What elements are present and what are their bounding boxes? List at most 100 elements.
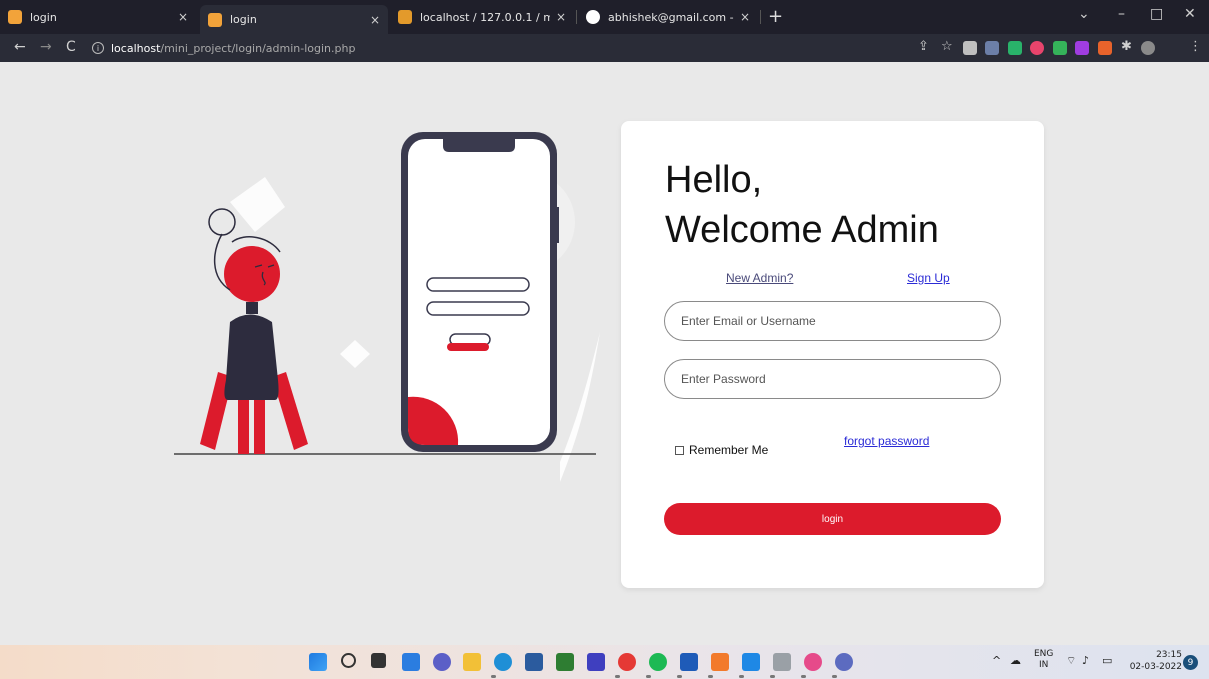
xbox-icon[interactable]: [556, 653, 574, 671]
phpmyadmin-favicon-icon: [398, 10, 412, 24]
task-view-icon[interactable]: [371, 653, 386, 668]
profile-avatar-icon[interactable]: [1141, 41, 1155, 55]
running-indicator: [739, 675, 744, 678]
vscode-icon[interactable]: [742, 653, 760, 671]
tab-search-icon[interactable]: ⌄: [1078, 6, 1090, 22]
extension-icon[interactable]: [985, 41, 999, 55]
wifi-icon[interactable]: ⌔: [1066, 654, 1076, 668]
reload-icon[interactable]: C: [66, 39, 76, 55]
input-language[interactable]: ENG IN: [1034, 649, 1053, 671]
phone-illustration: [401, 132, 559, 452]
close-tab-icon[interactable]: ×: [740, 10, 750, 24]
running-indicator: [677, 675, 682, 678]
store-icon[interactable]: [525, 653, 543, 671]
close-tab-icon[interactable]: ×: [370, 13, 380, 27]
widgets-icon[interactable]: [402, 653, 420, 671]
greeting-heading: Hello,: [665, 159, 763, 201]
url-host: localhost: [111, 41, 161, 55]
search-icon[interactable]: [341, 653, 356, 668]
xampp-icon[interactable]: [711, 653, 729, 671]
puzzle-extensions-icon[interactable]: ✱: [1121, 39, 1132, 54]
extension-icon[interactable]: [1098, 41, 1112, 55]
tab-login-1[interactable]: login ×: [0, 4, 196, 30]
windows-taskbar: ^ ☁ ENG IN ⌔ ♪ ▭ 23:15 02-03-2022 9: [0, 645, 1209, 679]
xampp-favicon-icon: [8, 10, 22, 24]
email-username-input[interactable]: [664, 301, 1001, 341]
tab-separator: [760, 10, 761, 24]
notification-badge[interactable]: 9: [1183, 655, 1198, 670]
extension-icon[interactable]: [1053, 41, 1067, 55]
decor-shape: [340, 340, 370, 368]
close-window-icon[interactable]: ✕: [1184, 6, 1196, 22]
tab-login-2[interactable]: login ×: [200, 5, 388, 34]
remember-me-checkbox[interactable]: [675, 445, 684, 455]
browser-tab-strip: login × login × localhost / 127.0.0.1 / …: [0, 0, 1209, 34]
decor-shape: [230, 177, 285, 232]
page-content: Hello, Welcome Admin New Admin? Sign Up …: [0, 62, 1209, 645]
running-indicator: [708, 675, 713, 678]
back-icon[interactable]: ←: [14, 39, 26, 55]
language-region: IN: [1039, 660, 1049, 670]
app-icon[interactable]: [835, 653, 853, 671]
minimize-icon[interactable]: –: [1118, 6, 1125, 22]
close-tab-icon[interactable]: ×: [556, 10, 566, 24]
new-tab-button[interactable]: +: [768, 6, 783, 27]
volume-icon[interactable]: ♪: [1082, 654, 1089, 667]
extension-icon[interactable]: [1008, 41, 1022, 55]
extension-icon[interactable]: [1030, 41, 1044, 55]
site-info-icon[interactable]: i: [92, 42, 104, 54]
camera-extension-icon[interactable]: [963, 41, 977, 55]
battery-icon[interactable]: ▭: [1102, 654, 1112, 667]
language-code: ENG: [1034, 649, 1054, 659]
forward-icon[interactable]: →: [40, 39, 52, 55]
running-indicator: [646, 675, 651, 678]
chat-icon[interactable]: [433, 653, 451, 671]
sign-up-link[interactable]: Sign Up: [907, 271, 950, 285]
password-input[interactable]: [664, 359, 1001, 399]
tab-google-search[interactable]: abhishek@gmail.com - Google S ×: [578, 4, 758, 30]
running-indicator: [770, 675, 775, 678]
tab-title: login: [230, 13, 257, 26]
remember-me-label: Remember Me: [689, 443, 769, 457]
forgot-password-link[interactable]: forgot password: [844, 434, 929, 448]
new-admin-link[interactable]: New Admin?: [726, 271, 793, 285]
chrome-icon[interactable]: [618, 653, 636, 671]
start-icon[interactable]: [309, 653, 327, 671]
clock-date: 02-03-2022: [1129, 662, 1182, 672]
onedrive-icon[interactable]: ☁: [1010, 654, 1021, 667]
app-icon[interactable]: [587, 653, 605, 671]
login-button[interactable]: login: [664, 503, 1001, 535]
tab-phpmyadmin[interactable]: localhost / 127.0.0.1 / mini_proje ×: [390, 4, 574, 30]
file-explorer-icon[interactable]: [463, 653, 481, 671]
share-icon[interactable]: ⇪: [918, 39, 929, 54]
tab-separator: [576, 10, 577, 24]
edge-icon[interactable]: [494, 653, 512, 671]
maximize-icon[interactable]: □: [1150, 6, 1163, 22]
tab-title: login: [30, 10, 57, 24]
welcome-heading: Welcome Admin: [665, 209, 939, 251]
bookmark-star-icon[interactable]: ☆: [941, 39, 953, 54]
running-indicator: [832, 675, 837, 678]
url-path: /mini_project/login/admin-login.php: [160, 41, 356, 55]
remember-me[interactable]: Remember Me: [675, 443, 768, 457]
person-figure: [200, 208, 308, 454]
more-menu-icon[interactable]: ⋮: [1189, 39, 1202, 54]
app-icon[interactable]: [804, 653, 822, 671]
tab-title: abhishek@gmail.com - Google S: [608, 10, 734, 24]
extension-icon[interactable]: [1075, 41, 1089, 55]
running-indicator: [615, 675, 620, 678]
show-hidden-icons-icon[interactable]: ^: [992, 654, 1001, 667]
spotify-icon[interactable]: [649, 653, 667, 671]
close-tab-icon[interactable]: ×: [178, 10, 188, 24]
running-indicator: [491, 675, 496, 678]
address-bar[interactable]: i localhost/mini_project/login/admin-log…: [92, 37, 910, 59]
admin-login-card: Hello, Welcome Admin New Admin? Sign Up …: [621, 121, 1044, 588]
clock-time: 23:15: [1156, 650, 1182, 660]
xampp-favicon-icon: [208, 12, 222, 27]
running-indicator: [801, 675, 806, 678]
system-clock[interactable]: 23:15 02-03-2022: [1128, 649, 1182, 673]
word-icon[interactable]: [680, 653, 698, 671]
snipping-tool-icon[interactable]: [773, 653, 791, 671]
decor-leaf: [560, 332, 600, 482]
browser-toolbar: ← → C i localhost/mini_project/login/adm…: [0, 34, 1209, 62]
